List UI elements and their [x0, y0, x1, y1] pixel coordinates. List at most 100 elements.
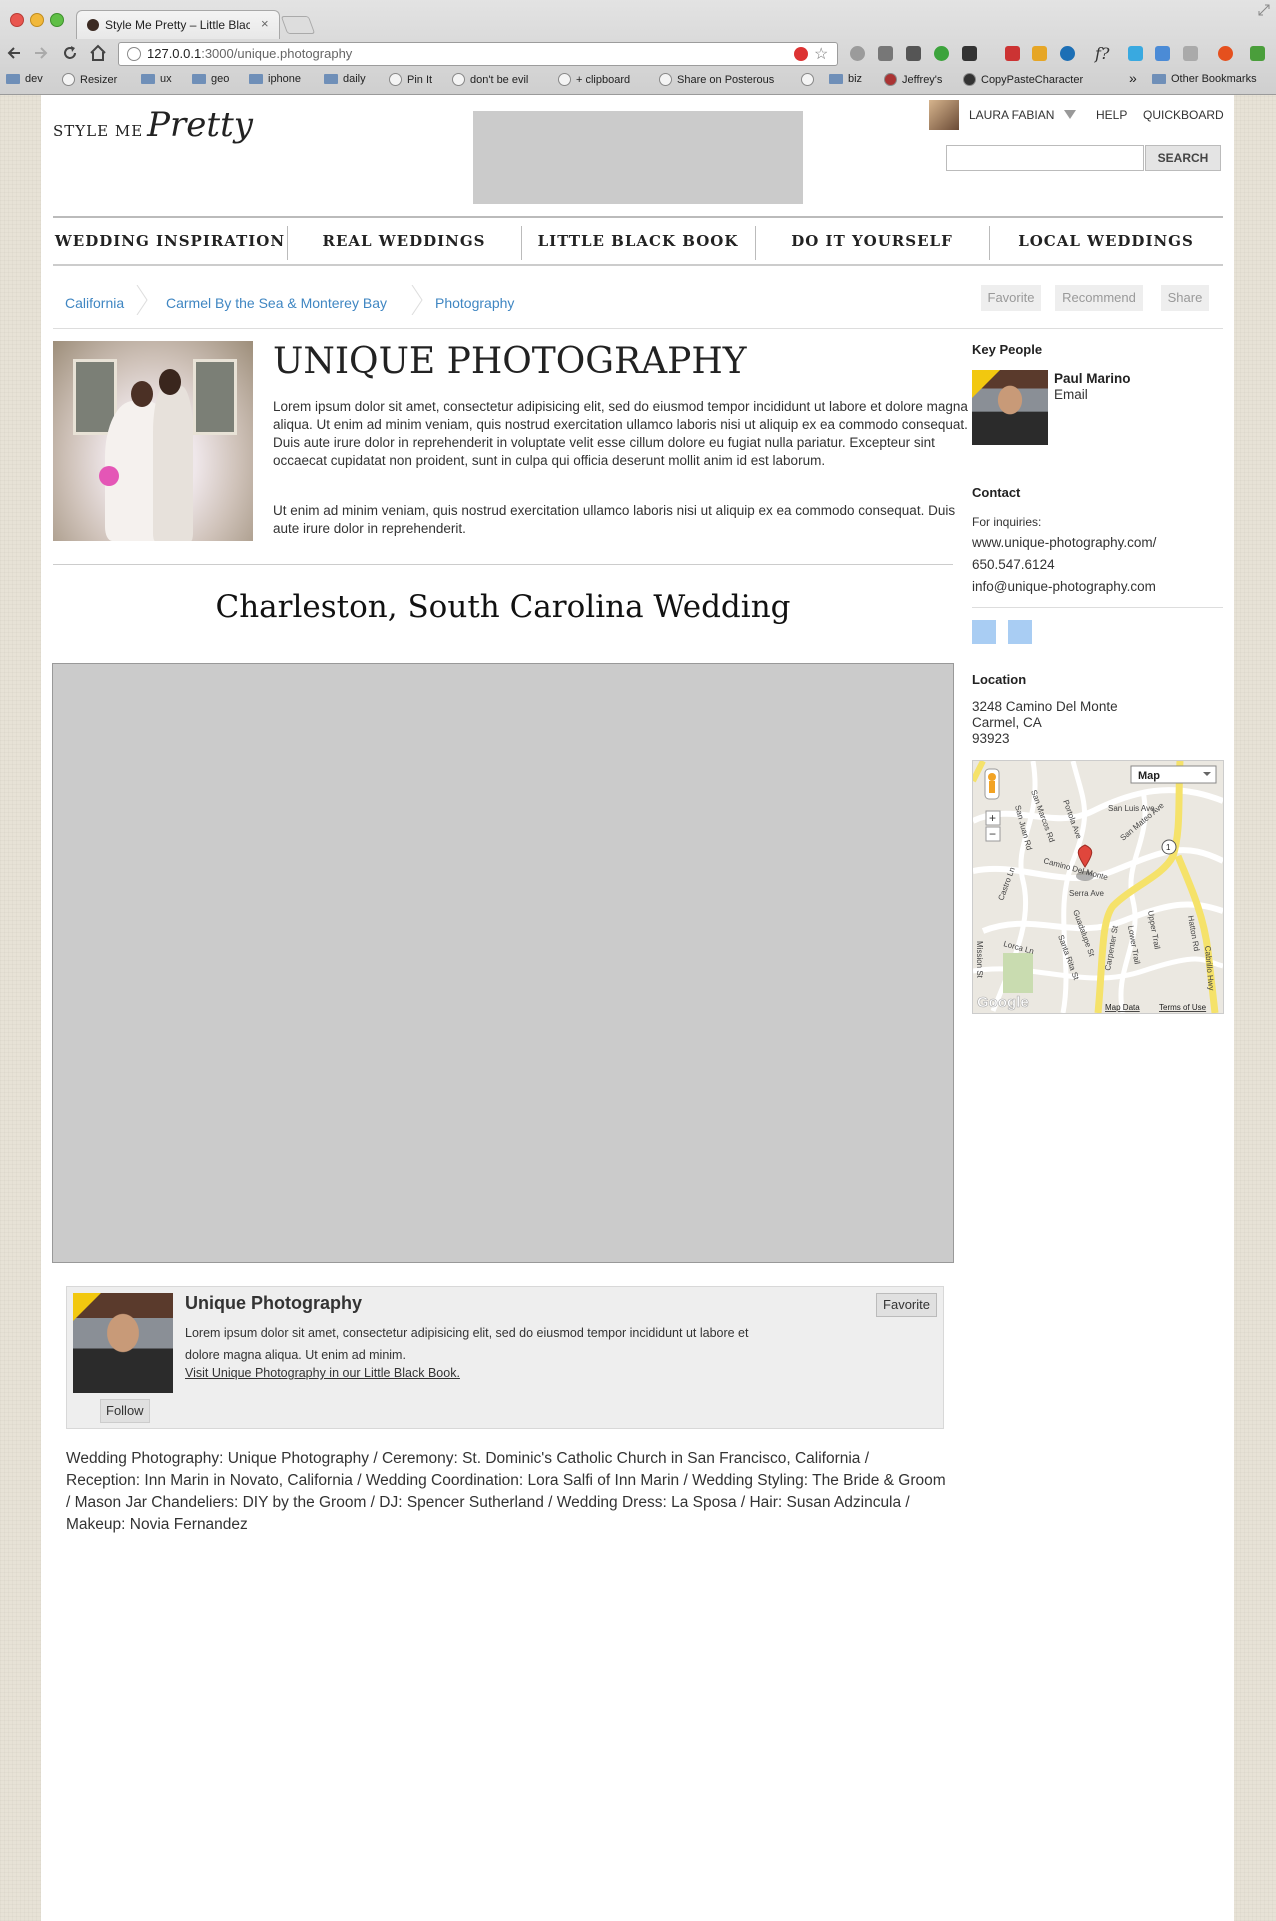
- bookmark-pin-it[interactable]: Pin It: [389, 73, 432, 86]
- address-bar[interactable]: 127.0.0.1:3000/unique.photography ☆: [118, 42, 838, 66]
- breadcrumb-photography[interactable]: Photography: [435, 295, 514, 311]
- extension-bug-icon[interactable]: [878, 46, 893, 61]
- follow-button[interactable]: Follow: [100, 1399, 150, 1423]
- new-tab-button[interactable]: [280, 16, 316, 34]
- bookmark-biz[interactable]: biz: [829, 73, 862, 85]
- email-link[interactable]: info@unique-photography.com: [972, 579, 1156, 594]
- bookmark-dont-be-evil[interactable]: don't be evil: [452, 73, 528, 86]
- nav-real-weddings[interactable]: REAL WEDDINGS: [287, 218, 521, 264]
- bookmark-label: Share on Posterous: [677, 73, 775, 86]
- photo-detail: [99, 466, 119, 486]
- vendor-description: Lorem ipsum dolor sit amet, consectetur …: [273, 399, 968, 468]
- more-bookmarks-chevron[interactable]: »: [1129, 70, 1137, 86]
- user-avatar[interactable]: [929, 100, 959, 130]
- social-link-icon[interactable]: [972, 620, 996, 644]
- chevron-down-icon[interactable]: [1064, 110, 1076, 119]
- extension-eyedropper-icon[interactable]: [1005, 46, 1020, 61]
- bookmark-star-icon[interactable]: ☆: [814, 44, 828, 64]
- extension-fork-icon[interactable]: [1183, 46, 1198, 61]
- site-logo[interactable]: STYLE ME Pretty: [53, 105, 253, 145]
- quickboard-link[interactable]: QUICKBOARD: [1143, 108, 1224, 122]
- bookmark-copypastecharacter[interactable]: CopyPasteCharacter: [963, 73, 1083, 86]
- adblock-icon[interactable]: [794, 47, 808, 61]
- bookmarks-bar: dev Resizer ux geo iphone daily Pin It d…: [0, 69, 1276, 93]
- zoom-in-label: +: [989, 811, 996, 825]
- map-data-link[interactable]: Map Data: [1105, 1003, 1140, 1012]
- bookmark-iphone[interactable]: iphone: [249, 73, 301, 85]
- key-person-name[interactable]: Paul Marino: [1054, 371, 1131, 386]
- extension-pen-icon[interactable]: [962, 46, 977, 61]
- bookmark-label: geo: [211, 73, 230, 85]
- extension-blue-circle-icon[interactable]: [1060, 46, 1075, 61]
- nav-little-black-book[interactable]: LITTLE BLACK BOOK: [521, 218, 755, 264]
- key-person-email-link[interactable]: Email: [1054, 387, 1088, 402]
- url-text: 127.0.0.1:3000/unique.photography: [147, 46, 352, 61]
- vendor-card-name[interactable]: Unique Photography: [185, 1293, 362, 1314]
- minimize-window-button[interactable]: [30, 13, 44, 27]
- bookmark-resizer[interactable]: Resizer: [62, 73, 117, 86]
- bookmark-jeffreys[interactable]: Jeffrey's: [884, 73, 942, 86]
- bookmark-dev[interactable]: dev: [6, 73, 43, 85]
- folder-icon: [6, 74, 20, 84]
- favorite-button[interactable]: Favorite: [981, 285, 1041, 311]
- favicon-icon: [87, 19, 99, 31]
- bookmark-daily[interactable]: daily: [324, 73, 366, 85]
- vendor-photo[interactable]: [73, 1293, 173, 1393]
- photo-detail: [159, 369, 181, 395]
- map-street-label: Serra Ave: [1069, 889, 1105, 898]
- bookmark-globe[interactable]: [801, 73, 814, 86]
- nav-local-weddings[interactable]: LOCAL WEDDINGS: [989, 218, 1223, 264]
- pegman-head: [988, 773, 996, 781]
- nav-do-it-yourself[interactable]: DO IT YOURSELF: [755, 218, 989, 264]
- tab-close-icon[interactable]: ×: [261, 16, 269, 31]
- close-window-button[interactable]: [10, 13, 24, 27]
- fullscreen-icon[interactable]: [1258, 4, 1270, 16]
- search-button[interactable]: SEARCH: [1145, 145, 1221, 171]
- extension-grid-icon[interactable]: [906, 46, 921, 61]
- reload-icon[interactable]: [62, 45, 78, 61]
- location-map[interactable]: San Luis Ave San Marcos Rd Portola Ave S…: [972, 760, 1224, 1014]
- breadcrumb-carmel[interactable]: Carmel By the Sea & Monterey Bay: [166, 295, 387, 311]
- card-favorite-button[interactable]: Favorite: [876, 1293, 937, 1317]
- back-icon[interactable]: [6, 45, 22, 61]
- photo-detail: [131, 381, 153, 407]
- extension-bird-icon[interactable]: [1128, 46, 1143, 61]
- website-link[interactable]: www.unique-photography.com/: [972, 535, 1156, 550]
- breadcrumb-california[interactable]: California: [65, 295, 124, 311]
- extension-wrench-icon[interactable]: [1250, 46, 1265, 61]
- extension-screen-icon[interactable]: [1155, 46, 1170, 61]
- home-icon[interactable]: [89, 44, 107, 62]
- folder-icon: [249, 74, 263, 84]
- forward-icon[interactable]: [33, 45, 49, 61]
- bookmark-other[interactable]: Other Bookmarks: [1152, 73, 1257, 85]
- search-input[interactable]: [946, 145, 1144, 171]
- street-view-pegman-icon[interactable]: [984, 768, 1000, 800]
- social-link-icon[interactable]: [1008, 620, 1032, 644]
- nav-wedding-inspiration[interactable]: WEDDING INSPIRATION: [53, 218, 287, 264]
- google-logo[interactable]: Google: [977, 994, 1029, 1012]
- terms-of-use-link[interactable]: Terms of Use: [1159, 1003, 1207, 1012]
- address-line-2: Carmel, CA: [972, 715, 1042, 730]
- browser-tab[interactable]: Style Me Pretty – Little Black Book ×: [76, 10, 280, 39]
- bookmark-clipboard[interactable]: + clipboard: [558, 73, 630, 86]
- page-info-icon[interactable]: [127, 47, 141, 61]
- zoom-window-button[interactable]: [50, 13, 64, 27]
- wedding-gallery-placeholder[interactable]: [52, 663, 954, 1263]
- share-button[interactable]: Share: [1161, 285, 1209, 311]
- bookmark-label: CopyPasteCharacter: [981, 73, 1084, 86]
- help-link[interactable]: HELP: [1096, 108, 1127, 122]
- recommend-button[interactable]: Recommend: [1055, 285, 1143, 311]
- extension-stumble-icon[interactable]: [1218, 46, 1233, 61]
- little-black-book-link[interactable]: Visit Unique Photography in our Little B…: [185, 1366, 460, 1380]
- bookmark-geo[interactable]: geo: [192, 73, 229, 85]
- bookmark-ux[interactable]: ux: [141, 73, 172, 85]
- map-type-dropdown[interactable]: Map: [1130, 765, 1217, 784]
- folder-icon: [324, 74, 338, 84]
- user-name[interactable]: LAURA FABIAN: [969, 108, 1054, 122]
- extension-font-icon[interactable]: f?: [1095, 44, 1110, 63]
- key-person-photo[interactable]: [972, 370, 1048, 445]
- extension-green-icon[interactable]: [934, 46, 949, 61]
- extension-gear-icon[interactable]: [850, 46, 865, 61]
- extension-car-icon[interactable]: [1032, 46, 1047, 61]
- bookmark-share-posterous[interactable]: Share on Posterous: [659, 73, 774, 86]
